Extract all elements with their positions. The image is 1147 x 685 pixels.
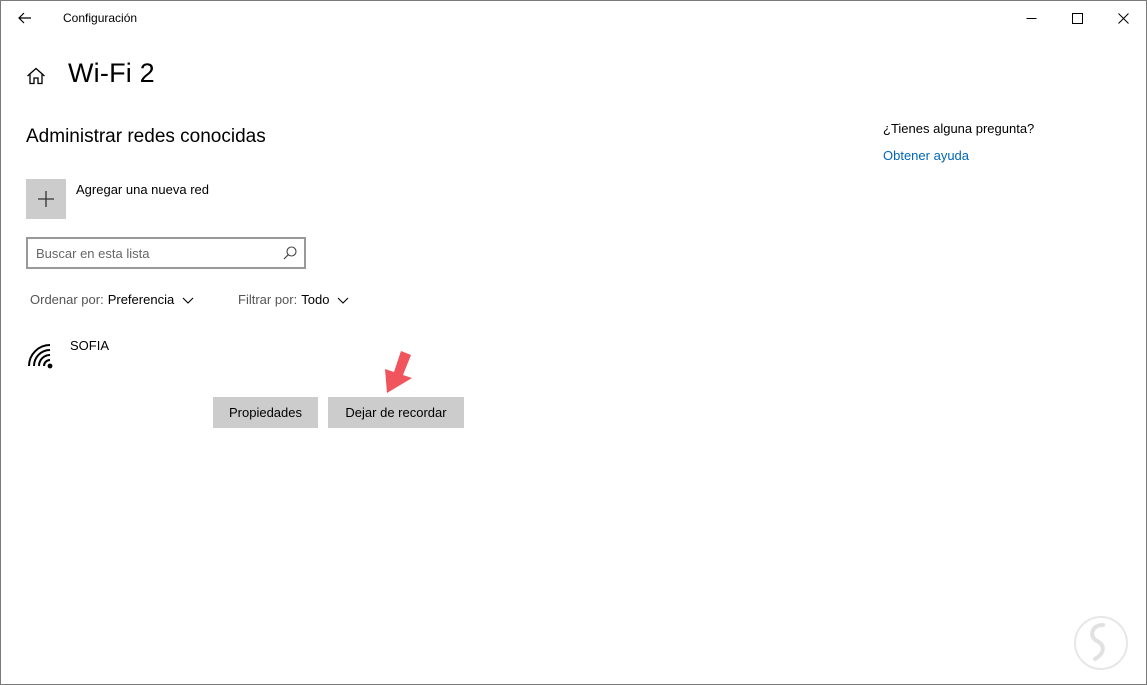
maximize-icon	[1071, 12, 1083, 24]
search-input[interactable]	[36, 243, 276, 263]
properties-button[interactable]: Propiedades	[213, 397, 318, 428]
minimize-icon	[1026, 17, 1036, 19]
plus-icon	[38, 191, 54, 207]
watermark-logo-icon	[1074, 616, 1128, 670]
add-network-button[interactable]: Agregar una nueva red	[26, 179, 209, 219]
app-title: Configuración	[63, 11, 138, 25]
title-bar: Configuración	[1, 1, 1146, 35]
page-title: Wi-Fi 2	[68, 58, 155, 88]
filter-value[interactable]: Todo	[301, 292, 329, 307]
chevron-down-icon[interactable]	[182, 294, 194, 306]
back-button[interactable]	[7, 3, 43, 33]
annotation-arrow-icon	[385, 351, 412, 393]
network-name: SOFIA	[70, 338, 110, 353]
chevron-down-icon[interactable]	[337, 294, 349, 306]
back-arrow-icon	[18, 12, 31, 24]
wifi-signal-icon	[28, 344, 53, 369]
minimize-button[interactable]	[1008, 1, 1054, 35]
close-button[interactable]	[1100, 1, 1146, 35]
home-button[interactable]	[21, 61, 51, 91]
add-network-tile[interactable]	[26, 179, 66, 219]
search-icon[interactable]	[282, 245, 298, 261]
sort-label: Ordenar por:	[30, 292, 104, 307]
settings-window: Configuración Wi-Fi 2 Administrar redes …	[0, 0, 1147, 685]
search-box[interactable]	[26, 237, 306, 269]
get-help-link[interactable]: Obtener ayuda	[883, 148, 969, 163]
filter-dropdown[interactable]: Filtrar por: Todo	[238, 292, 349, 307]
maximize-button[interactable]	[1054, 1, 1100, 35]
home-icon	[27, 67, 45, 85]
close-icon	[1117, 12, 1129, 24]
forget-network-button[interactable]: Dejar de recordar	[328, 397, 464, 428]
sort-dropdown[interactable]: Ordenar por: Preferencia	[30, 292, 194, 307]
filter-label: Filtrar por:	[238, 292, 298, 307]
add-network-label[interactable]: Agregar una nueva red	[76, 182, 209, 219]
section-title: Administrar redes conocidas	[26, 126, 266, 147]
help-question: ¿Tienes alguna pregunta?	[883, 121, 1035, 136]
sort-value[interactable]: Preferencia	[108, 292, 174, 307]
